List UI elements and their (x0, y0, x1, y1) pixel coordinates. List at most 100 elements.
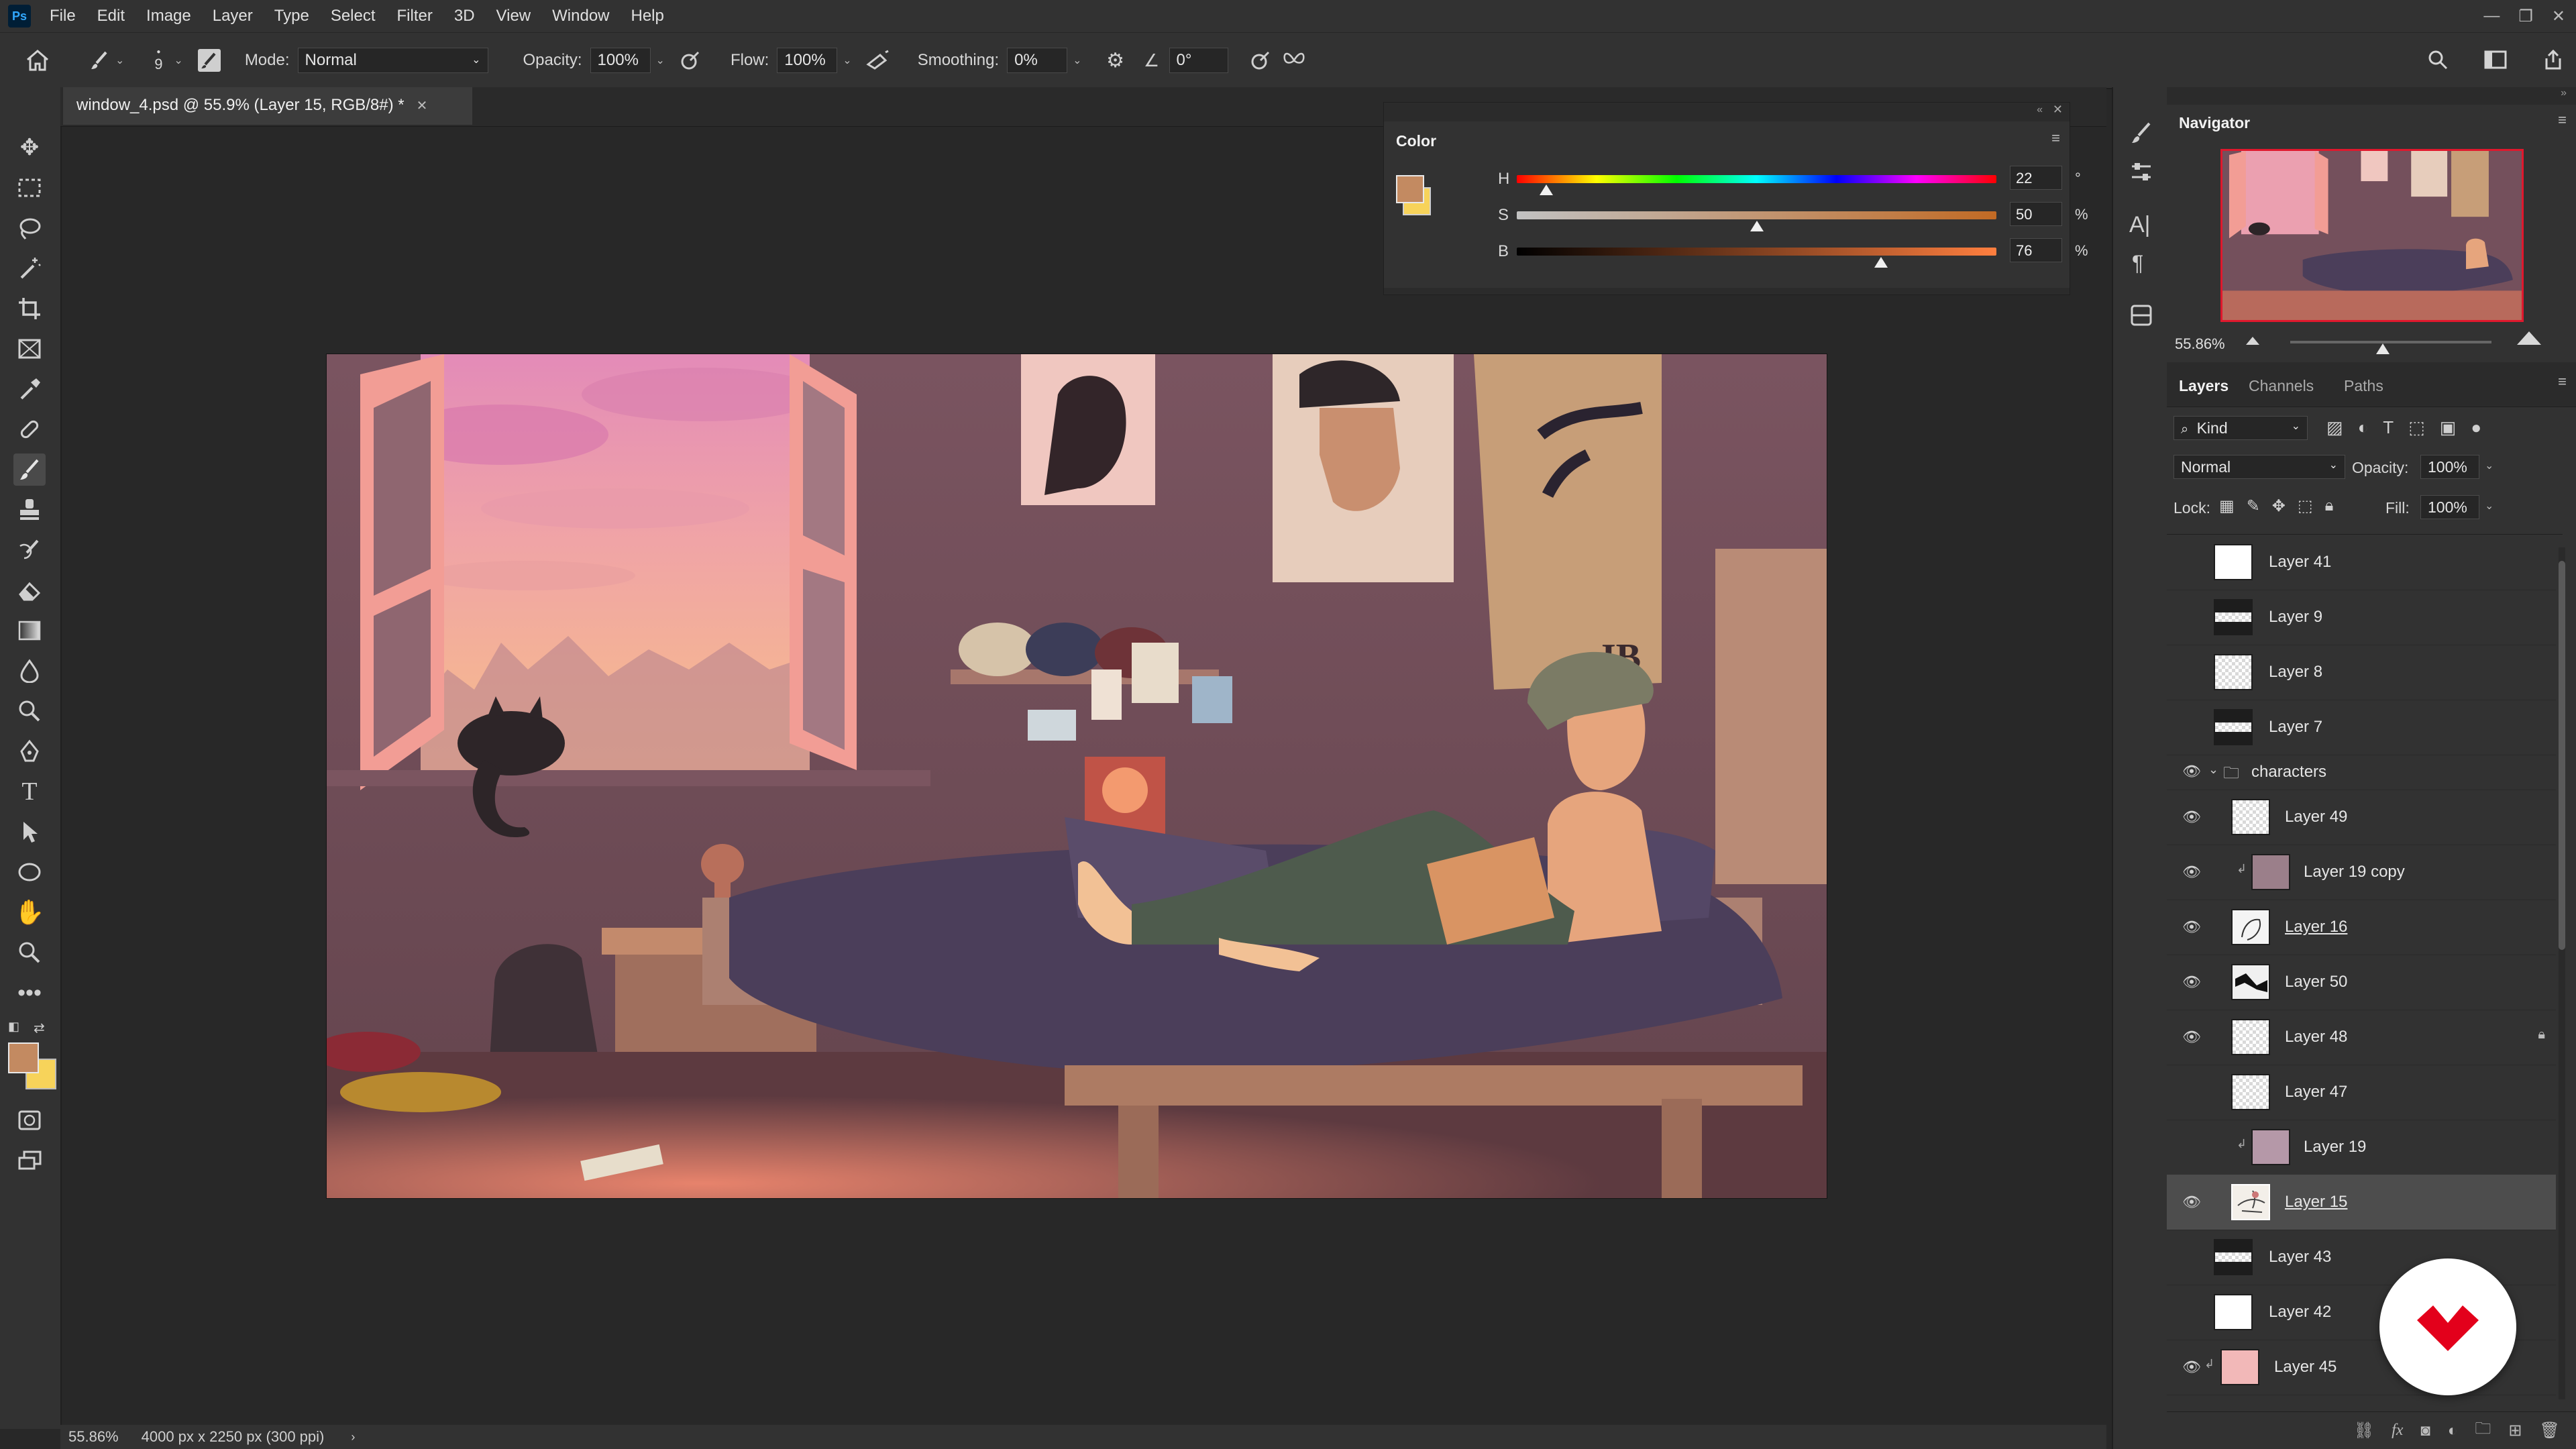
hue-thumb[interactable] (1540, 184, 1553, 195)
lock-transparent-icon[interactable]: ▦ (2219, 496, 2235, 516)
adjustments-icon[interactable] (2129, 160, 2156, 186)
fill-input[interactable]: 100% (2420, 495, 2479, 519)
smoothing-input[interactable]: 0% (1007, 48, 1068, 73)
saturation-slider[interactable]: S 50 % (1456, 202, 2088, 231)
restore-icon[interactable]: ❐ (2518, 7, 2533, 26)
chevron-down-icon[interactable]: ⌄ (2485, 499, 2493, 513)
dropdown-chevron-icon[interactable]: ⌄ (115, 54, 124, 67)
gear-icon[interactable]: ⚙ (1102, 47, 1129, 74)
libraries-icon[interactable] (2129, 303, 2156, 330)
eyedropper-tool-icon[interactable] (13, 373, 46, 405)
type-tool-icon[interactable]: T (13, 775, 46, 808)
workspace-icon[interactable] (2482, 46, 2509, 73)
gradient-tool-icon[interactable] (13, 614, 46, 647)
default-colors-icon[interactable]: ◧ (8, 1020, 23, 1034)
path-selection-tool-icon[interactable] (13, 816, 46, 848)
eye-icon[interactable]: 👁︎ (2182, 1358, 2201, 1376)
eraser-tool-icon[interactable] (13, 574, 46, 606)
chevron-down-icon[interactable]: ⌄ (843, 54, 851, 67)
layer-row[interactable]: 👁︎ Layer 48 🔒︎ (2167, 1010, 2556, 1065)
filter-smart-object-icon[interactable]: ▣ (2440, 417, 2457, 438)
layer-filter-kind-select[interactable]: ⌕ Kind ⌄ (2174, 416, 2308, 440)
brightness-input[interactable]: 76 (2010, 238, 2062, 262)
layer-row[interactable]: 👁︎ Layer 16 (2167, 900, 2556, 955)
eye-icon[interactable]: 👁︎ (2182, 808, 2201, 826)
visibility-toggle[interactable] (2183, 1248, 2200, 1266)
pressure-opacity-icon[interactable] (677, 47, 704, 74)
brush-settings-icon[interactable] (2129, 121, 2156, 148)
chevron-down-icon[interactable]: ⌄ (2208, 763, 2218, 777)
eye-icon[interactable]: 👁︎ (2182, 863, 2201, 881)
frame-tool-icon[interactable] (13, 333, 46, 365)
navigator-zoom-thumb[interactable] (2376, 343, 2390, 354)
chevron-down-icon[interactable]: ⌄ (1073, 54, 1081, 67)
new-group-icon[interactable]: 🗀︎ (2475, 1417, 2491, 1444)
close-panel-icon[interactable]: ✕ (2053, 103, 2063, 117)
visibility-toggle[interactable] (2183, 1138, 2200, 1156)
filter-type-icon[interactable]: T (2383, 417, 2394, 438)
pressure-size-icon[interactable] (1247, 47, 1274, 74)
lock-position-icon[interactable]: ✥ (2272, 496, 2286, 516)
layer-opacity-input[interactable]: 100% (2420, 455, 2479, 479)
layer-row[interactable]: 👁︎ Layer 49 (2167, 790, 2556, 845)
panel-menu-icon[interactable]: ≡ (2558, 373, 2567, 390)
status-expand-icon[interactable]: › (351, 1430, 355, 1444)
foreground-color-swatch[interactable] (8, 1042, 39, 1073)
menu-3d[interactable]: 3D (443, 0, 486, 32)
menu-filter[interactable]: Filter (386, 0, 443, 32)
menu-file[interactable]: File (39, 0, 87, 32)
brush-settings-toggle-icon[interactable] (197, 49, 221, 72)
hand-tool-icon[interactable]: ✋ (13, 896, 46, 928)
menu-edit[interactable]: Edit (87, 0, 136, 32)
visibility-toggle[interactable] (2183, 1083, 2200, 1101)
navigator-thumbnail[interactable] (2220, 149, 2524, 322)
search-icon[interactable] (2424, 46, 2451, 73)
marquee-tool-icon[interactable] (13, 172, 46, 204)
navigator-title[interactable]: Navigator (2179, 114, 2250, 132)
menu-select[interactable]: Select (320, 0, 386, 32)
close-tab-icon[interactable]: ✕ (417, 97, 428, 114)
minimize-icon[interactable]: — (2483, 7, 2500, 25)
lasso-tool-icon[interactable] (13, 212, 46, 244)
adjustment-layer-icon[interactable]: ◐ (2448, 1421, 2458, 1440)
filter-toggle-icon[interactable]: ● (2471, 417, 2481, 438)
hue-input[interactable]: 22 (2010, 166, 2062, 190)
dodge-tool-icon[interactable] (13, 695, 46, 727)
saturation-track[interactable] (1517, 211, 1996, 219)
saturation-input[interactable]: 50 (2010, 202, 2062, 226)
eye-icon[interactable]: 👁︎ (2182, 763, 2201, 780)
navigator-zoom-track[interactable] (2290, 341, 2491, 343)
opacity-input[interactable]: 100% (590, 48, 651, 73)
layer-row[interactable]: ↲ Layer 19 (2167, 1120, 2556, 1175)
blur-tool-icon[interactable] (13, 655, 46, 687)
menu-window[interactable]: Window (541, 0, 620, 32)
zoom-tool-icon[interactable] (13, 936, 46, 969)
filter-adjustment-icon[interactable]: ◐ (2358, 417, 2369, 438)
close-icon[interactable]: ✕ (2552, 7, 2565, 26)
color-panel-title[interactable]: Color (1396, 132, 1436, 150)
dropdown-chevron-icon[interactable]: ⌄ (174, 54, 182, 67)
brush-size-picker[interactable]: ● 9 (148, 48, 168, 73)
tab-layers[interactable]: Layers (2179, 377, 2229, 395)
mode-select[interactable]: Normal ⌄ (297, 48, 488, 73)
document-tab[interactable]: window_4.psd @ 55.9% (Layer 15, RGB/8#) … (63, 87, 472, 125)
eye-icon[interactable]: 👁︎ (2182, 918, 2201, 936)
brightness-track[interactable] (1517, 248, 1996, 256)
hue-slider[interactable]: H 22 ° (1456, 166, 2081, 195)
menu-layer[interactable]: Layer (202, 0, 264, 32)
layer-style-fx-icon[interactable]: fx (2392, 1421, 2403, 1440)
flow-input[interactable]: 100% (777, 48, 838, 73)
brightness-slider[interactable]: B 76 % (1456, 238, 2088, 268)
home-icon[interactable] (24, 47, 51, 74)
document-canvas[interactable]: IB (327, 354, 1827, 1198)
symmetry-butterfly-icon[interactable] (1281, 47, 1307, 74)
panel-menu-icon[interactable]: ≡ (2558, 111, 2567, 129)
collapse-panel-icon[interactable]: « (2037, 104, 2043, 116)
share-icon[interactable] (2540, 46, 2567, 73)
menu-help[interactable]: Help (621, 0, 675, 32)
visibility-toggle[interactable] (2183, 553, 2200, 571)
healing-brush-tool-icon[interactable] (13, 413, 46, 445)
lock-image-icon[interactable]: ✎ (2247, 496, 2260, 516)
foreground-color-swatch[interactable] (1396, 175, 1424, 203)
brush-tool-icon[interactable] (13, 453, 46, 486)
